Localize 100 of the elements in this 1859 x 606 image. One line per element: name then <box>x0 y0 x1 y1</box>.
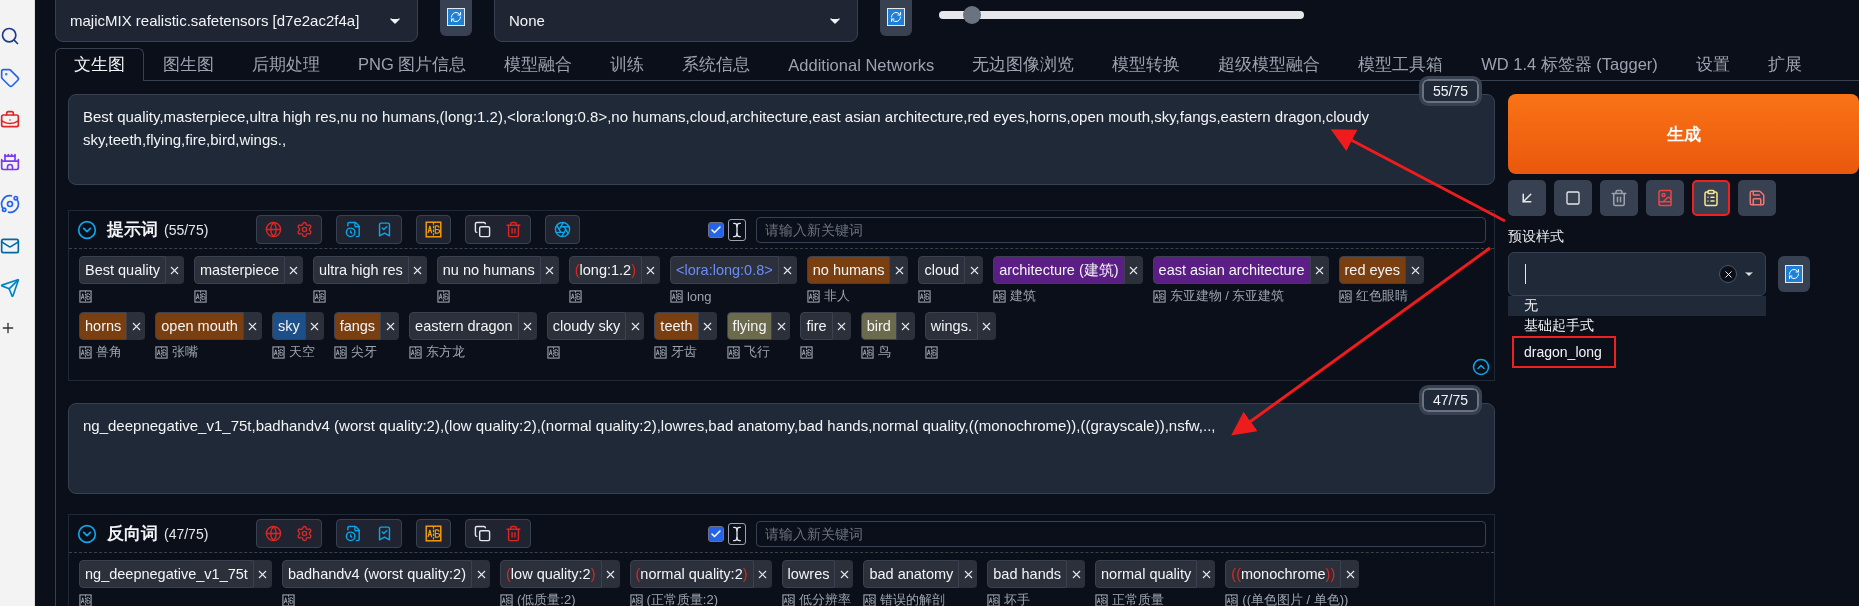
text-cursor-icon[interactable] <box>728 522 746 545</box>
tag-chip[interactable]: no humans <box>806 256 891 284</box>
remove-tag-button[interactable] <box>832 312 851 340</box>
remove-tag-button[interactable] <box>772 312 791 340</box>
checkbox[interactable] <box>708 525 724 542</box>
translate-button[interactable] <box>425 221 443 238</box>
globe-icon[interactable] <box>265 525 283 542</box>
tag-chip[interactable]: eastern dragon <box>409 312 519 340</box>
tag-chip[interactable]: badhandv4 (worst quality:2) <box>281 560 472 588</box>
tag-chip[interactable]: cloudy sky <box>546 312 627 340</box>
tag-chip[interactable]: lowres <box>781 560 836 588</box>
tag-chip[interactable]: bad hands <box>987 560 1068 588</box>
clear-button[interactable] <box>1719 265 1737 283</box>
clear-button[interactable] <box>1554 180 1592 216</box>
keyword-input[interactable]: 请输入新关键词 <box>756 216 1486 243</box>
remove-tag-button[interactable] <box>642 256 660 284</box>
tag-chip[interactable]: masterpiece <box>193 256 285 284</box>
remove-tag-button[interactable] <box>753 560 772 588</box>
remove-tag-button[interactable] <box>165 256 184 284</box>
remove-tag-button[interactable] <box>1341 560 1360 588</box>
globe-icon[interactable] <box>265 221 283 238</box>
preset-option[interactable]: dragon_long <box>1512 336 1616 368</box>
remove-tag-button[interactable] <box>1067 560 1086 588</box>
translate-button[interactable] <box>425 525 443 542</box>
tab[interactable]: Additional Networks <box>769 48 954 81</box>
checkbox[interactable] <box>708 221 724 238</box>
remove-tag-button[interactable] <box>1124 256 1143 284</box>
remove-tag-button[interactable] <box>1406 256 1425 284</box>
tab[interactable]: 扩展 <box>1748 48 1821 81</box>
tag-chip[interactable]: Best quality <box>79 256 166 284</box>
refresh-button[interactable] <box>440 0 472 36</box>
tag-chip[interactable]: (normal quality:2) <box>629 560 754 588</box>
remove-tag-button[interactable] <box>977 312 996 340</box>
tag-chip[interactable]: (long:1.2) <box>568 256 642 284</box>
tab[interactable]: 图生图 <box>144 48 233 81</box>
paste-button[interactable] <box>1692 180 1730 216</box>
tag-chip[interactable]: sky <box>271 312 306 340</box>
tag-chip[interactable]: (low quality:2) <box>500 560 602 588</box>
remove-tag-button[interactable] <box>408 256 427 284</box>
tag-chip[interactable]: fangs <box>333 312 382 340</box>
remove-tag-button[interactable] <box>959 560 978 588</box>
tag-chip[interactable]: teeth <box>654 312 699 340</box>
trash-icon[interactable] <box>505 221 523 238</box>
tab[interactable]: 模型工具箱 <box>1339 48 1463 81</box>
history-icon[interactable] <box>345 525 363 542</box>
preset-option[interactable]: 基础起手式 <box>1508 316 1766 336</box>
remove-tag-button[interactable] <box>698 312 717 340</box>
tag-chip[interactable]: east asian architecture <box>1152 256 1311 284</box>
tag-chip[interactable]: nu no humans <box>436 256 541 284</box>
remove-tag-button[interactable] <box>626 312 645 340</box>
tab[interactable]: 设置 <box>1676 48 1749 81</box>
tag-chip[interactable]: wings. <box>924 312 978 340</box>
remove-tag-button[interactable] <box>1310 256 1329 284</box>
remove-tag-button[interactable] <box>835 560 854 588</box>
remove-tag-button[interactable] <box>284 256 303 284</box>
remove-tag-button[interactable] <box>890 256 909 284</box>
refresh-button[interactable] <box>1778 256 1810 292</box>
remove-tag-button[interactable] <box>127 312 146 340</box>
remove-tag-button[interactable] <box>243 312 262 340</box>
remove-tag-button[interactable] <box>601 560 620 588</box>
remove-tag-button[interactable] <box>518 312 537 340</box>
tag-chip[interactable]: ((monochrome)) <box>1225 560 1342 588</box>
tag-chip[interactable]: flying <box>726 312 773 340</box>
tab[interactable]: WD 1.4 标签器 (Tagger) <box>1462 48 1677 81</box>
settings-icon[interactable] <box>296 525 314 542</box>
collapse-up-icon[interactable] <box>1472 358 1490 376</box>
remove-tag-button[interactable] <box>896 312 915 340</box>
remove-tag-button[interactable] <box>1197 560 1216 588</box>
tag-chip[interactable]: cloud <box>918 256 966 284</box>
history-icon[interactable] <box>345 221 363 238</box>
keyword-input[interactable]: 请输入新关键词 <box>756 520 1486 547</box>
trash-icon[interactable] <box>505 525 523 542</box>
tab[interactable]: 模型融合 <box>485 48 592 81</box>
remove-tag-button[interactable] <box>253 560 272 588</box>
tab[interactable]: 模型转换 <box>1093 48 1200 81</box>
tag-chip[interactable]: red eyes <box>1338 256 1407 284</box>
tab[interactable]: 后期处理 <box>233 48 339 81</box>
card-button[interactable] <box>1646 180 1684 216</box>
remove-tag-button[interactable] <box>540 256 559 284</box>
tab[interactable]: PNG 图片信息 <box>339 48 486 81</box>
tag-chip[interactable]: ng_deepnegative_v1_75t <box>79 560 254 588</box>
tab[interactable]: 系统信息 <box>663 48 770 81</box>
slider-thumb[interactable] <box>962 6 981 24</box>
tag-chip[interactable]: <lora:long:0.8> <box>670 256 779 284</box>
tab[interactable]: 训练 <box>591 48 664 81</box>
checkpoint-dropdown[interactable]: majicMIX realistic.safetensors [d7e2ac2f4a] <box>55 0 418 42</box>
send-button[interactable] <box>1508 180 1546 216</box>
tab[interactable]: 文生图 <box>55 48 144 81</box>
copy-icon[interactable] <box>474 221 492 238</box>
vae-dropdown[interactable]: None <box>494 0 858 42</box>
tag-chip[interactable]: bad anatomy <box>863 560 960 588</box>
collapse-icon[interactable] <box>77 523 97 544</box>
tag-chip[interactable]: normal quality <box>1095 560 1198 588</box>
tag-chip[interactable]: bird <box>860 312 897 340</box>
settings-icon[interactable] <box>296 221 314 238</box>
tag-chip[interactable]: open mouth <box>155 312 244 340</box>
remove-tag-button[interactable] <box>305 312 324 340</box>
text-cursor-icon[interactable] <box>728 218 746 241</box>
remove-tag-button[interactable] <box>472 560 490 588</box>
tag-chip[interactable]: ultra high res <box>312 256 409 284</box>
